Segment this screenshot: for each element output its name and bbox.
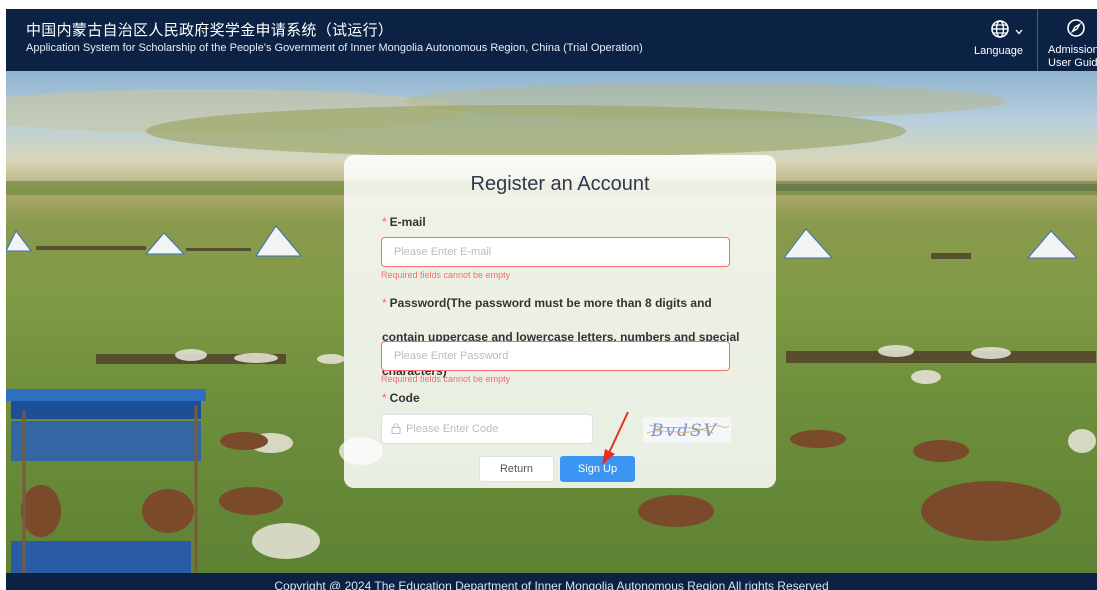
return-button[interactable]: Return: [479, 456, 554, 482]
globe-icon: [991, 20, 1009, 38]
password-label: * Password(The password must be more than…: [382, 286, 742, 388]
top-header: 中国内蒙古自治区人民政府奖学金申请系统（试运行） Application Sys…: [6, 9, 1097, 71]
language-switcher[interactable]: Language: [968, 9, 1038, 71]
password-field[interactable]: Please Enter Password: [381, 341, 730, 371]
code-field[interactable]: Please Enter Code: [381, 414, 593, 444]
guide-label-line1: Admission: [1048, 44, 1097, 56]
system-title-chinese: 中国内蒙古自治区人民政府奖学金申请系统（试运行）: [26, 21, 394, 39]
annotation-arrow-icon: [602, 411, 629, 465]
lock-icon: [391, 423, 401, 434]
email-field[interactable]: Please Enter E-mail: [381, 237, 730, 267]
page: 中国内蒙古自治区人民政府奖学金申请系统（试运行） Application Sys…: [6, 9, 1097, 590]
email-placeholder: Please Enter E-mail: [394, 246, 492, 258]
chevron-down-icon: [1015, 29, 1023, 35]
code-label: * Code: [382, 391, 420, 405]
admission-user-guide-link[interactable]: Admission User Guide: [1046, 9, 1097, 71]
required-asterisk: *: [382, 296, 387, 310]
register-card: Register an Account * E-mail Please Enter…: [344, 155, 776, 488]
required-asterisk: *: [382, 391, 387, 405]
email-label: * E-mail: [382, 215, 426, 229]
guide-label-line2: User Guide: [1048, 57, 1097, 69]
system-title-english: Application System for Scholarship of th…: [26, 42, 643, 54]
header-divider: [1037, 9, 1038, 71]
captcha-image[interactable]: BvdSV: [643, 417, 731, 443]
password-placeholder: Please Enter Password: [394, 350, 509, 362]
password-error: Required fields cannot be empty: [381, 374, 511, 384]
code-label-text: Code: [389, 391, 420, 405]
compass-icon: [1067, 19, 1085, 37]
footer: Copyright @ 2024 The Education Departmen…: [6, 573, 1097, 590]
register-title: Register an Account: [470, 173, 650, 195]
code-placeholder: Please Enter Code: [406, 423, 499, 435]
required-asterisk: *: [382, 215, 387, 229]
language-label: Language: [974, 45, 1023, 57]
copyright-text: Copyright @ 2024 The Education Departmen…: [274, 579, 829, 590]
email-error: Required fields cannot be empty: [381, 270, 511, 280]
email-label-text: E-mail: [389, 215, 426, 229]
